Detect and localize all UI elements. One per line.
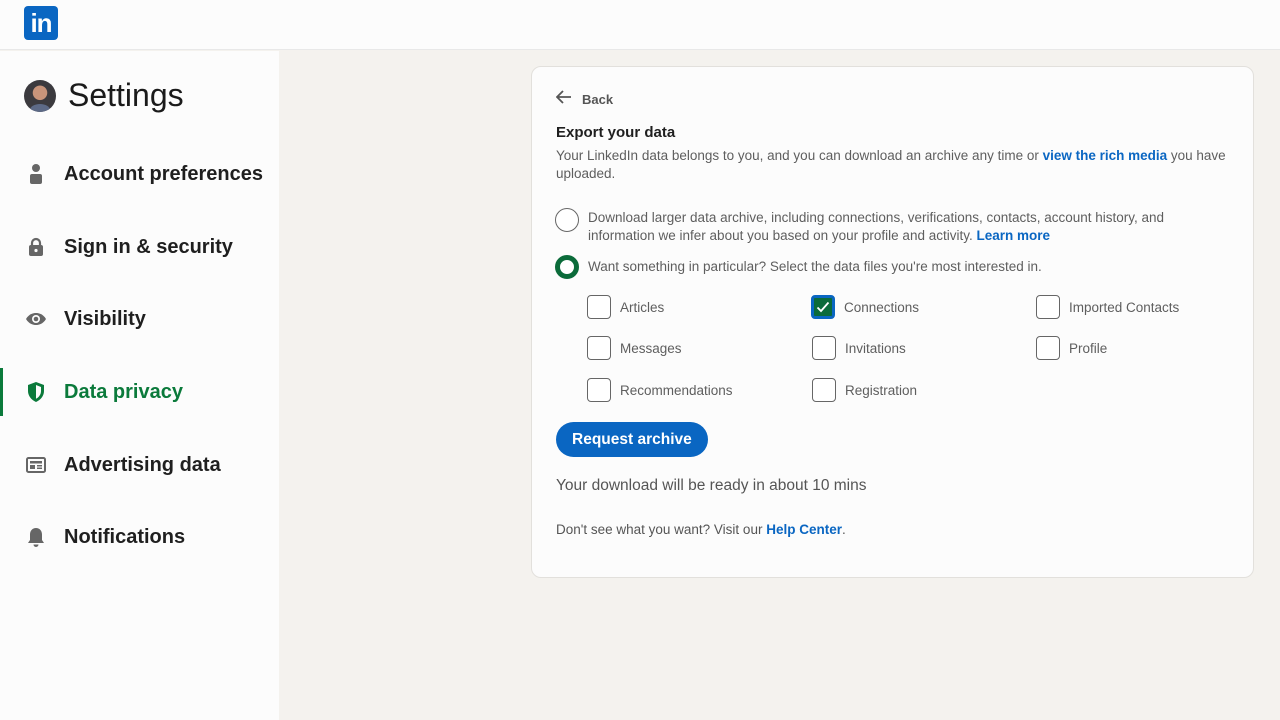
checkbox-label: Registration: [845, 382, 918, 398]
checkbox-label: Messages: [620, 340, 682, 356]
sidebar-item-label: Account preferences: [64, 162, 263, 185]
checkbox-registration[interactable]: Registration: [812, 378, 917, 402]
radio-full-archive[interactable]: [555, 208, 579, 232]
checkbox-label: Invitations: [845, 340, 906, 356]
eye-icon: [24, 307, 48, 331]
sidebar-item-notifications[interactable]: Notifications: [0, 513, 279, 561]
checkbox[interactable]: [587, 378, 611, 402]
checkbox-profile[interactable]: Profile: [1036, 336, 1107, 360]
checkbox-label: Articles: [620, 299, 665, 315]
description-text: Your LinkedIn data belongs to you, and y…: [556, 148, 1043, 163]
checkbox[interactable]: [811, 295, 835, 319]
help-prefix: Don't see what you want? Visit our: [556, 522, 767, 537]
ad-card-icon: [24, 453, 48, 477]
option-label: Want something in particular? Select the…: [588, 259, 1042, 274]
bell-icon: [24, 525, 48, 549]
section-title: Export your data: [556, 124, 676, 141]
lock-icon: [24, 235, 48, 259]
checkmark-icon: [816, 301, 830, 313]
checkbox-label: Imported Contacts: [1069, 299, 1180, 315]
option-text: Download larger data archive, including …: [588, 210, 1165, 243]
checkbox-messages[interactable]: Messages: [587, 336, 682, 360]
option-full-archive[interactable]: Download larger data archive, including …: [555, 208, 1228, 245]
download-ready-text: Your download will be ready in about 10 …: [556, 477, 867, 494]
checkbox-connections[interactable]: Connections: [811, 295, 919, 319]
page-title: Settings: [68, 77, 184, 113]
radio-specific-files[interactable]: [555, 255, 579, 279]
export-data-card: Back Export your data Your LinkedIn data…: [531, 66, 1254, 578]
sidebar-item-advertising-data[interactable]: Advertising data: [0, 441, 279, 489]
checkbox[interactable]: [812, 378, 836, 402]
sidebar-item-label: Notifications: [64, 525, 186, 548]
sidebar-item-label: Visibility: [64, 307, 146, 330]
checkbox-invitations[interactable]: Invitations: [812, 336, 906, 360]
sidebar-item-account-preferences[interactable]: Account preferences: [0, 150, 279, 198]
shield-icon: [24, 380, 48, 404]
option-label: Download larger data archive, including …: [588, 209, 1228, 245]
help-suffix: .: [841, 522, 846, 537]
help-center-link[interactable]: Help Center: [766, 522, 842, 537]
top-bar: in: [0, 0, 1280, 50]
checkbox[interactable]: [587, 336, 611, 360]
back-button[interactable]: Back: [555, 90, 614, 109]
checkbox-imported-contacts[interactable]: Imported Contacts: [1036, 295, 1179, 319]
help-text: Don't see what you want? Visit our Help …: [556, 522, 846, 537]
checkbox-label: Profile: [1069, 340, 1108, 356]
sidebar-item-data-privacy[interactable]: Data privacy: [0, 368, 279, 416]
checkbox-articles[interactable]: Articles: [587, 295, 664, 319]
view-rich-media-link[interactable]: view the rich media: [1043, 148, 1168, 163]
back-label: Back: [582, 92, 614, 107]
settings-header: Settings: [24, 77, 184, 114]
checkbox[interactable]: [1036, 295, 1060, 319]
request-archive-button[interactable]: Request archive: [556, 422, 708, 457]
sidebar-item-label: Advertising data: [64, 453, 221, 476]
option-specific-files[interactable]: Want something in particular? Select the…: [555, 255, 1228, 279]
person-icon: [24, 162, 48, 186]
checkbox[interactable]: [812, 336, 836, 360]
arrow-left-icon: [555, 90, 572, 109]
section-description: Your LinkedIn data belongs to you, and y…: [556, 147, 1226, 183]
sidebar-item-label: Sign in & security: [64, 235, 233, 258]
checkbox-label: Recommendations: [620, 382, 733, 398]
sidebar-item-visibility[interactable]: Visibility: [0, 295, 279, 343]
checkbox-label: Connections: [844, 299, 920, 315]
checkbox[interactable]: [587, 295, 611, 319]
linkedin-logo[interactable]: in: [24, 6, 58, 40]
checkbox[interactable]: [1036, 336, 1060, 360]
sidebar: Settings Account preferences Sign in & s…: [0, 51, 279, 720]
sidebar-item-label: Data privacy: [64, 380, 183, 403]
avatar[interactable]: [24, 79, 56, 112]
learn-more-link[interactable]: Learn more: [976, 228, 1050, 243]
sidebar-item-sign-in-security[interactable]: Sign in & security: [0, 223, 279, 271]
checkbox-recommendations[interactable]: Recommendations: [587, 378, 733, 402]
